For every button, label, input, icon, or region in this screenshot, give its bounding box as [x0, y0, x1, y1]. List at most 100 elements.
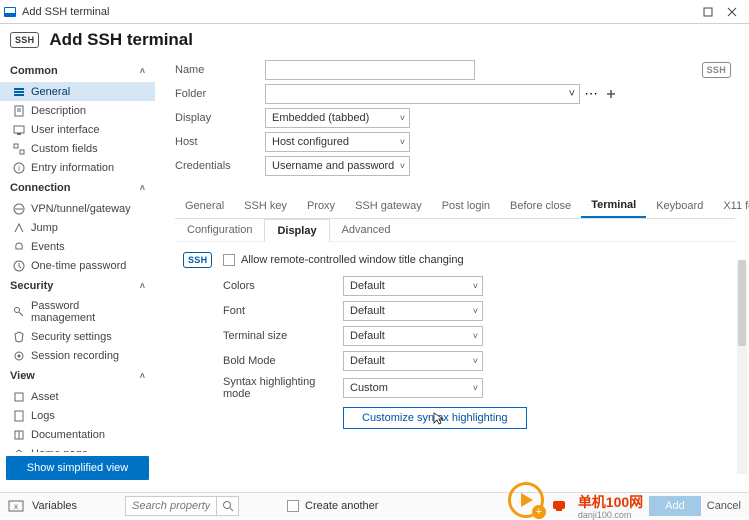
- sidebar-item-homepage[interactable]: Home page: [0, 444, 155, 452]
- bell-icon: [12, 240, 25, 253]
- ssh-badge-icon: SSH: [183, 252, 212, 268]
- search-icon[interactable]: [216, 497, 238, 515]
- cancel-button[interactable]: Cancel: [707, 500, 741, 512]
- section-head-connection[interactable]: Connection˄: [0, 177, 155, 199]
- tab-ssh-gateway[interactable]: SSH gateway: [345, 195, 432, 217]
- jump-icon: [12, 221, 25, 234]
- home-icon: [12, 447, 25, 452]
- sidebar-item-session-rec[interactable]: Session recording: [0, 346, 155, 365]
- search-property-input[interactable]: [126, 500, 216, 512]
- sidebar-item-user-interface[interactable]: User interface: [0, 120, 155, 139]
- sidebar-item-vpn[interactable]: VPN/tunnel/gateway: [0, 199, 155, 218]
- allow-remote-title-checkbox[interactable]: [223, 254, 235, 266]
- folder-label: Folder: [175, 88, 265, 100]
- svg-text:x: x: [14, 502, 18, 511]
- asset-icon: [12, 390, 25, 403]
- close-button[interactable]: [721, 3, 743, 21]
- tab-post-login[interactable]: Post login: [432, 195, 500, 217]
- subtabs: Configuration Display Advanced: [175, 219, 735, 242]
- key-icon: [12, 306, 25, 319]
- chevron-down-icon: ˅: [473, 331, 478, 341]
- vpn-icon: [12, 202, 25, 215]
- credentials-select[interactable]: Username and password˅: [265, 156, 410, 176]
- watermark-play-icon: +: [508, 482, 544, 518]
- section-head-security[interactable]: Security˄: [0, 275, 155, 297]
- tabstrip: General SSH key Proxy SSH gateway Post l…: [175, 194, 735, 219]
- list-icon: [12, 85, 25, 98]
- bold-mode-label: Bold Mode: [223, 355, 343, 367]
- terminal-size-select[interactable]: Default˅: [343, 326, 483, 346]
- section-head-common[interactable]: Common˄: [0, 60, 155, 82]
- watermark-logo-icon: [550, 497, 568, 515]
- sidebar-item-asset[interactable]: Asset: [0, 387, 155, 406]
- maximize-button[interactable]: [697, 3, 719, 21]
- host-select[interactable]: Host configured˅: [265, 132, 410, 152]
- display-label: Display: [175, 112, 265, 124]
- sidebar-item-events[interactable]: Events: [0, 237, 155, 256]
- folder-more-button[interactable]: ⋯: [582, 85, 600, 103]
- colors-label: Colors: [223, 280, 343, 292]
- subtab-display[interactable]: Display: [264, 219, 329, 242]
- window-title: Add SSH terminal: [22, 6, 109, 18]
- sidebar-item-pw-mgmt[interactable]: Password management: [0, 297, 155, 327]
- tab-keyboard[interactable]: Keyboard: [646, 195, 713, 217]
- sidebar-item-general[interactable]: General: [0, 82, 155, 101]
- add-button[interactable]: Add: [649, 496, 701, 516]
- footer: x Variables Create another + 单机100网 danj…: [0, 492, 749, 518]
- folder-add-button[interactable]: [602, 85, 620, 103]
- bold-mode-select[interactable]: Default˅: [343, 351, 483, 371]
- chevron-down-icon: ˅: [400, 161, 405, 171]
- sidebar-item-sec-settings[interactable]: Security settings: [0, 327, 155, 346]
- book-icon: [12, 428, 25, 441]
- sidebar-item-otp[interactable]: One-time password: [0, 256, 155, 275]
- variables-icon: x: [8, 500, 24, 512]
- tab-general[interactable]: General: [175, 195, 234, 217]
- section-head-view[interactable]: View˄: [0, 365, 155, 387]
- chevron-down-icon: ˅: [473, 356, 478, 366]
- sidebar-item-custom-fields[interactable]: Custom fields: [0, 139, 155, 158]
- allow-remote-title-label: Allow remote-controlled window title cha…: [241, 254, 464, 266]
- display-select[interactable]: Embedded (tabbed)˅: [265, 108, 410, 128]
- show-simplified-view-button[interactable]: Show simplified view: [6, 456, 149, 480]
- chevron-down-icon: ˅: [473, 306, 478, 316]
- ssh-badge-icon: SSH: [10, 32, 39, 48]
- svg-text:i: i: [18, 164, 20, 173]
- tab-terminal[interactable]: Terminal: [581, 194, 646, 218]
- search-property[interactable]: [125, 496, 239, 516]
- chevron-down-icon: ˅: [473, 281, 478, 291]
- doc-icon: [12, 104, 25, 117]
- create-another-checkbox[interactable]: [287, 500, 299, 512]
- variables-label[interactable]: Variables: [32, 500, 77, 512]
- fields-icon: [12, 142, 25, 155]
- tab-ssh-key[interactable]: SSH key: [234, 195, 297, 217]
- tab-before-close[interactable]: Before close: [500, 195, 581, 217]
- tab-x11[interactable]: X11 forwarding: [713, 195, 749, 217]
- page-header: SSH Add SSH terminal: [0, 24, 749, 60]
- subtab-configuration[interactable]: Configuration: [175, 219, 264, 241]
- subtab-advanced[interactable]: Advanced: [330, 219, 403, 241]
- colors-select[interactable]: Default˅: [343, 276, 483, 296]
- tab-proxy[interactable]: Proxy: [297, 195, 345, 217]
- sidebar-item-logs[interactable]: Logs: [0, 406, 155, 425]
- chevron-down-icon: ˅: [569, 88, 575, 100]
- ssh-badge-icon: SSH: [702, 62, 731, 78]
- sidebar-item-description[interactable]: Description: [0, 101, 155, 120]
- record-icon: [12, 349, 25, 362]
- syntax-mode-select[interactable]: Custom˅: [343, 378, 483, 398]
- sidebar-item-jump[interactable]: Jump: [0, 218, 155, 237]
- sidebar-item-entry-info[interactable]: iEntry information: [0, 158, 155, 177]
- font-select[interactable]: Default˅: [343, 301, 483, 321]
- app-icon: [4, 7, 16, 17]
- terminal-display-panel: SSH Allow remote-controlled window title…: [175, 242, 735, 437]
- sidebar-item-docs[interactable]: Documentation: [0, 425, 155, 444]
- chevron-up-icon: ˄: [140, 371, 145, 381]
- clock-icon: [12, 259, 25, 272]
- ui-icon: [12, 123, 25, 136]
- scrollbar[interactable]: [737, 260, 747, 474]
- info-icon: i: [12, 161, 25, 174]
- customize-syntax-button[interactable]: Customize syntax highlighting: [343, 407, 527, 429]
- create-another-label: Create another: [305, 500, 378, 512]
- folder-input[interactable]: ˅: [265, 84, 580, 104]
- name-input[interactable]: [265, 60, 475, 80]
- chevron-down-icon: ˅: [400, 113, 405, 123]
